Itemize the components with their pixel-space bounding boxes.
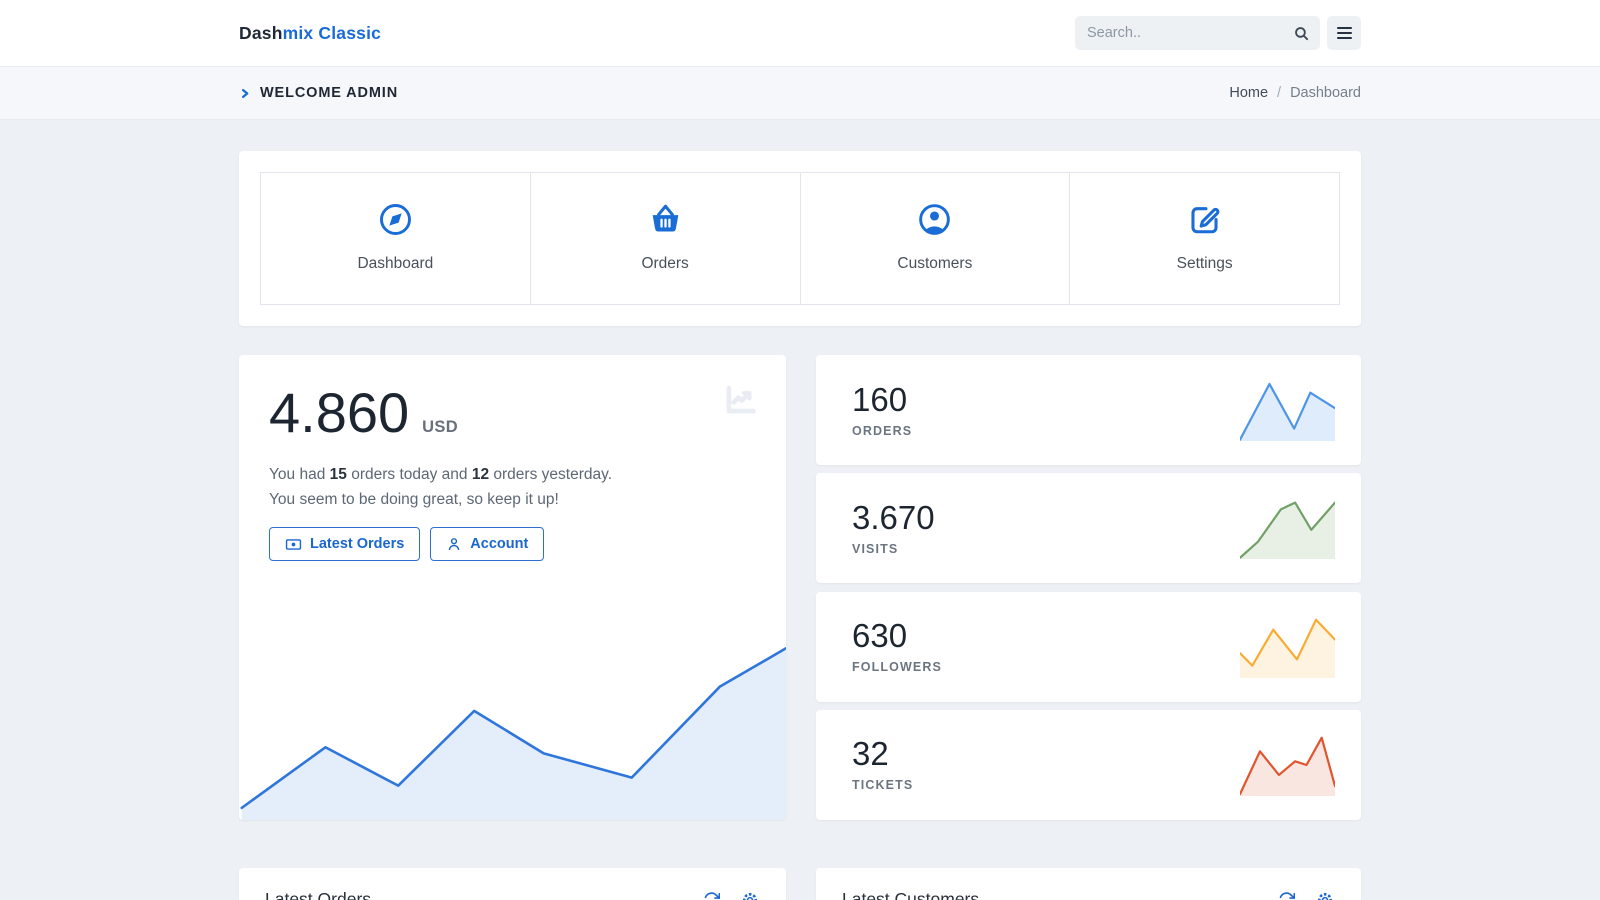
breadcrumb-separator: / — [1277, 85, 1281, 101]
tile-label: Customers — [801, 255, 1070, 273]
refresh-button[interactable] — [1276, 890, 1296, 900]
basket-icon — [648, 202, 683, 237]
orders-sparkline — [1240, 379, 1335, 441]
brand-rest: mix Classic — [283, 23, 382, 43]
hero-bar: WELCOME ADMIN Home / Dashboard — [0, 67, 1600, 120]
breadcrumb: Home / Dashboard — [1229, 85, 1361, 101]
gear-icon — [741, 891, 759, 900]
panel-title: Latest Customers — [842, 889, 979, 900]
earnings-card: 4.860 USD You had 15 orders today and 12… — [239, 355, 786, 820]
stat-label: ORDERS — [852, 424, 912, 438]
search-input[interactable] — [1075, 16, 1282, 50]
brand-bold: Dash — [239, 23, 283, 43]
latest-customers-panel: Latest Customers — [816, 868, 1361, 900]
breadcrumb-home[interactable]: Home — [1229, 85, 1268, 101]
hamburger-icon — [1337, 27, 1352, 29]
stat-label: FOLLOWERS — [852, 660, 942, 674]
visits-sparkline — [1240, 497, 1335, 559]
tile-label: Settings — [1070, 255, 1339, 273]
stats-column: 160 ORDERS 3.670 VISITS 630 FOLLOWERS — [816, 355, 1361, 820]
tile-label: Orders — [531, 255, 800, 273]
stat-card-orders: 160 ORDERS — [816, 355, 1361, 465]
stat-value: 160 — [852, 383, 912, 416]
button-label: Account — [470, 536, 528, 552]
search-group — [1075, 16, 1320, 50]
menu-button[interactable] — [1327, 16, 1361, 50]
panel-title: Latest Orders — [265, 889, 371, 900]
stat-card-visits: 3.670 VISITS — [816, 473, 1361, 583]
tile-dashboard[interactable]: Dashboard — [260, 172, 531, 305]
banknote-icon — [285, 536, 302, 553]
tile-settings[interactable]: Settings — [1069, 172, 1340, 305]
quick-nav-card: Dashboard Orders — [239, 151, 1361, 326]
earnings-message: You had 15 orders today and 12 orders ye… — [269, 462, 621, 512]
latest-orders-button[interactable]: Latest Orders — [269, 527, 420, 561]
stat-card-tickets: 32 TICKETS — [816, 710, 1361, 820]
account-button[interactable]: Account — [430, 527, 544, 561]
brand-logo[interactable]: Dashmix Classic — [239, 23, 381, 44]
tile-customers[interactable]: Customers — [800, 172, 1071, 305]
breadcrumb-current: Dashboard — [1290, 85, 1361, 101]
stat-label: VISITS — [852, 542, 935, 556]
earnings-area-chart — [239, 618, 786, 820]
latest-orders-panel: Latest Orders — [239, 868, 786, 900]
earnings-currency: USD — [422, 418, 458, 437]
stat-card-followers: 630 FOLLOWERS — [816, 592, 1361, 702]
top-header: Dashmix Classic — [0, 0, 1600, 67]
settings-button[interactable] — [1315, 890, 1335, 900]
search-icon — [1293, 25, 1310, 42]
gear-icon — [1316, 891, 1334, 900]
followers-sparkline — [1240, 616, 1335, 678]
chart-trending-up-icon — [720, 381, 760, 419]
stat-label: TICKETS — [852, 778, 913, 792]
earnings-amount: 4.860 — [269, 385, 409, 441]
person-circle-icon — [917, 202, 952, 237]
main-content: Dashboard Orders — [239, 120, 1361, 900]
tickets-sparkline — [1240, 734, 1335, 796]
refresh-icon — [1278, 891, 1295, 900]
settings-button[interactable] — [740, 890, 760, 900]
stat-value: 630 — [852, 619, 942, 652]
stat-value: 32 — [852, 737, 913, 770]
button-label: Latest Orders — [310, 536, 404, 552]
stat-value: 3.670 — [852, 501, 935, 534]
tile-orders[interactable]: Orders — [530, 172, 801, 305]
tile-label: Dashboard — [261, 255, 530, 273]
refresh-button[interactable] — [701, 890, 721, 900]
page: Dashmix Classic — [0, 0, 1600, 900]
chevron-right-icon — [239, 87, 251, 100]
page-title: WELCOME ADMIN — [260, 85, 398, 101]
person-icon — [446, 536, 462, 552]
pencil-square-icon — [1187, 202, 1222, 237]
compass-icon — [378, 202, 413, 237]
refresh-icon — [703, 891, 720, 900]
search-button[interactable] — [1282, 16, 1320, 50]
